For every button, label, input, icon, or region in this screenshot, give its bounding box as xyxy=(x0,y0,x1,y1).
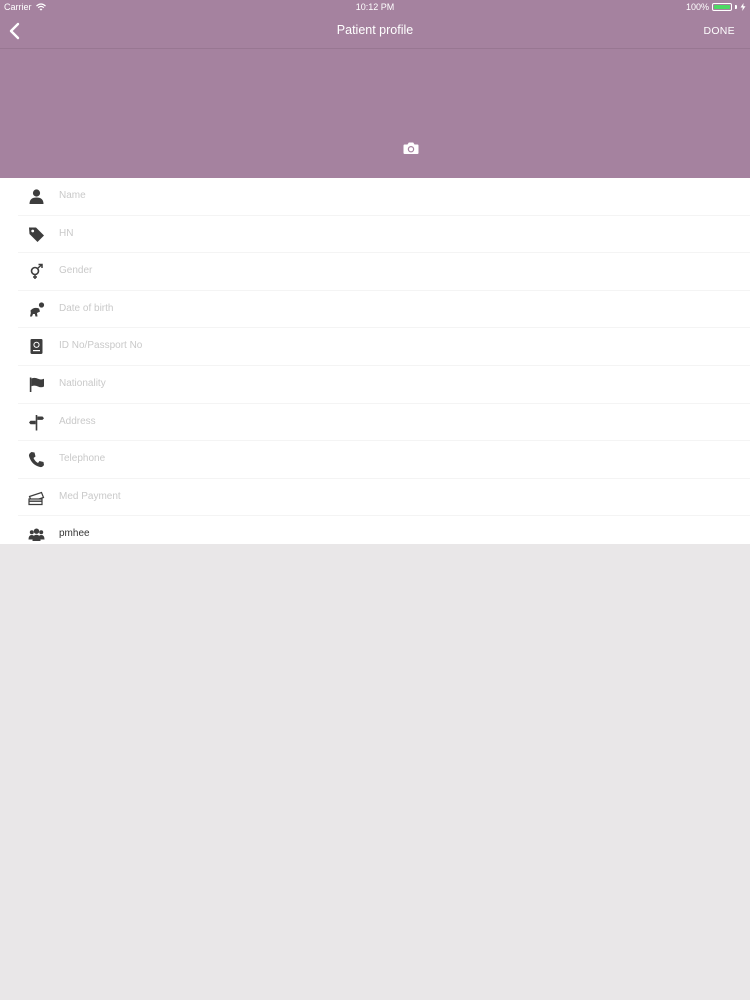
flag-icon xyxy=(29,377,44,392)
status-time: 10:12 PM xyxy=(355,2,395,12)
gender-placeholder: Gender xyxy=(59,265,93,277)
gender-icon xyxy=(30,263,43,280)
cards-icon xyxy=(28,491,45,505)
group-field[interactable]: pmhee xyxy=(18,516,750,553)
med-payment-placeholder: Med Payment xyxy=(59,490,121,502)
hn-placeholder: HN xyxy=(59,227,74,239)
nationality-placeholder: Nationality xyxy=(59,377,106,389)
nationality-field[interactable]: Nationality xyxy=(18,366,750,404)
phone-icon xyxy=(28,452,44,468)
name-placeholder: Name xyxy=(59,190,86,201)
navigation-bar: Patient profile DONE xyxy=(0,14,750,49)
camera-icon xyxy=(403,142,419,154)
baby-icon xyxy=(30,302,45,317)
battery-percent: 100% xyxy=(685,2,709,12)
battery-tip xyxy=(735,5,737,9)
address-placeholder: Address xyxy=(59,415,96,427)
tag-icon xyxy=(29,227,44,242)
group-icon xyxy=(28,528,45,542)
group-value: pmhee xyxy=(59,528,90,540)
battery-icon xyxy=(712,3,732,11)
date-of-birth-placeholder: Date of birth xyxy=(59,302,114,314)
done-button[interactable]: DONE xyxy=(703,25,735,37)
telephone-field[interactable]: Telephone xyxy=(18,441,750,479)
change-photo-button[interactable] xyxy=(403,141,419,155)
battery-indicator: 100% xyxy=(686,2,746,12)
signpost-icon xyxy=(29,414,44,431)
patient-form: Name HN Gender Date of birth ID No/Passp… xyxy=(0,178,750,544)
passport-icon xyxy=(30,339,43,355)
page-title: Patient profile xyxy=(336,23,414,37)
date-of-birth-field[interactable]: Date of birth xyxy=(18,291,750,329)
telephone-placeholder: Telephone xyxy=(59,453,106,465)
gender-field[interactable]: Gender xyxy=(18,253,750,291)
name-field[interactable]: Name xyxy=(18,178,750,216)
person-icon xyxy=(29,189,44,204)
status-bar: Carrier 10:12 PM 100% xyxy=(0,0,750,14)
profile-header: Carrier 10:12 PM 100% Patient profile DO… xyxy=(0,0,750,178)
med-payment-field[interactable]: Med Payment xyxy=(18,479,750,517)
hn-field[interactable]: HN xyxy=(18,216,750,254)
address-field[interactable]: Address xyxy=(18,404,750,442)
charging-icon xyxy=(740,3,746,11)
id-passport-field[interactable]: ID No/Passport No xyxy=(18,328,750,366)
id-passport-placeholder: ID No/Passport No xyxy=(59,340,143,352)
